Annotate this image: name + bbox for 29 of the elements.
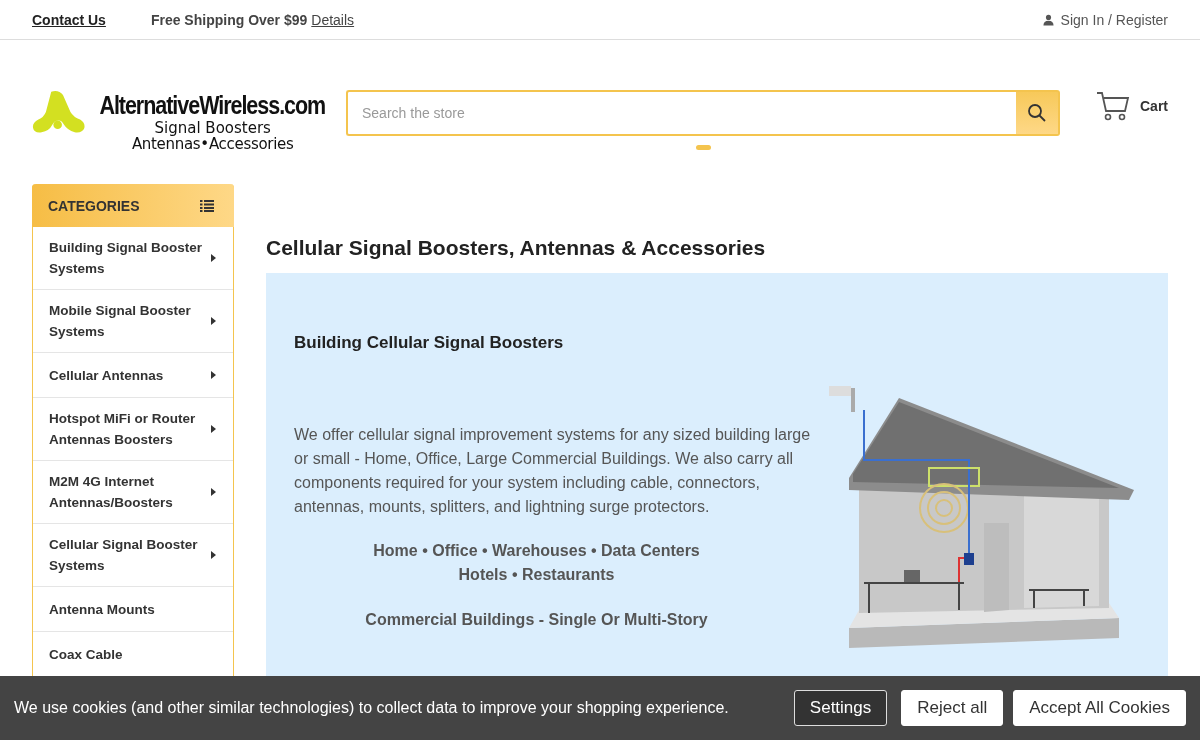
places-text: Hotels • Restaurants [457, 565, 616, 585]
category-item[interactable]: Building Signal Booster Systems [33, 227, 233, 289]
logo-name: AlternativeWireless.com [99, 91, 326, 120]
list-icon [200, 199, 214, 212]
category-item[interactable]: Cellular Signal Booster Systems [33, 523, 233, 586]
page-title: Cellular Signal Boosters, Antennas & Accessories [266, 236, 767, 260]
categories-title: CATEGORIES [48, 197, 140, 214]
building-types-text: Commercial Buildings - Single Or Multi-Story [364, 610, 709, 630]
cookie-button[interactable]: Settings [793, 690, 888, 726]
category-item[interactable]: Antenna Mounts [33, 586, 233, 631]
places-text: Home • Office • Warehouses • Data Centers [372, 541, 701, 561]
details-link[interactable]: Details [311, 11, 355, 28]
category-item[interactable]: Cellular Antennas [33, 352, 233, 397]
banner-heading: Building Cellular Signal Boosters [294, 333, 565, 353]
cookie-button[interactable]: Accept All Cookies [1013, 690, 1186, 726]
banner-paragraph: We offer cellular signal improvement systems for any sized building large or small - Home, Office, Large Commercial Buildings. We also carry all components required for your system including cable, connectors, antennas, mounts, splitters, and lightning surge protectors. [294, 425, 812, 517]
logo-tagline: Antennas•Accessories [131, 136, 294, 152]
category-item[interactable]: M2M 4G Internet Antennas/Boosters [33, 460, 233, 523]
user-icon [1042, 13, 1054, 26]
contact-link[interactable]: Contact Us [32, 11, 106, 28]
cart-link[interactable]: Cart [1096, 91, 1168, 121]
category-item[interactable]: Mobile Signal Booster Systems [33, 289, 233, 352]
cart-icon [1096, 91, 1130, 121]
logo-tagline: Signal Boosters [154, 120, 271, 136]
sign-in-link[interactable]: Sign In / Register [1060, 11, 1168, 28]
cookie-message: We use cookies (and other similar technologies) to collect data to improve your shopping experience. [14, 699, 729, 717]
shipping-text: Free Shipping Over $99 [150, 11, 308, 28]
category-item[interactable]: Hotspot MiFi or Router Antennas Boosters [33, 397, 233, 460]
cookie-button[interactable]: Reject all [901, 690, 1004, 726]
